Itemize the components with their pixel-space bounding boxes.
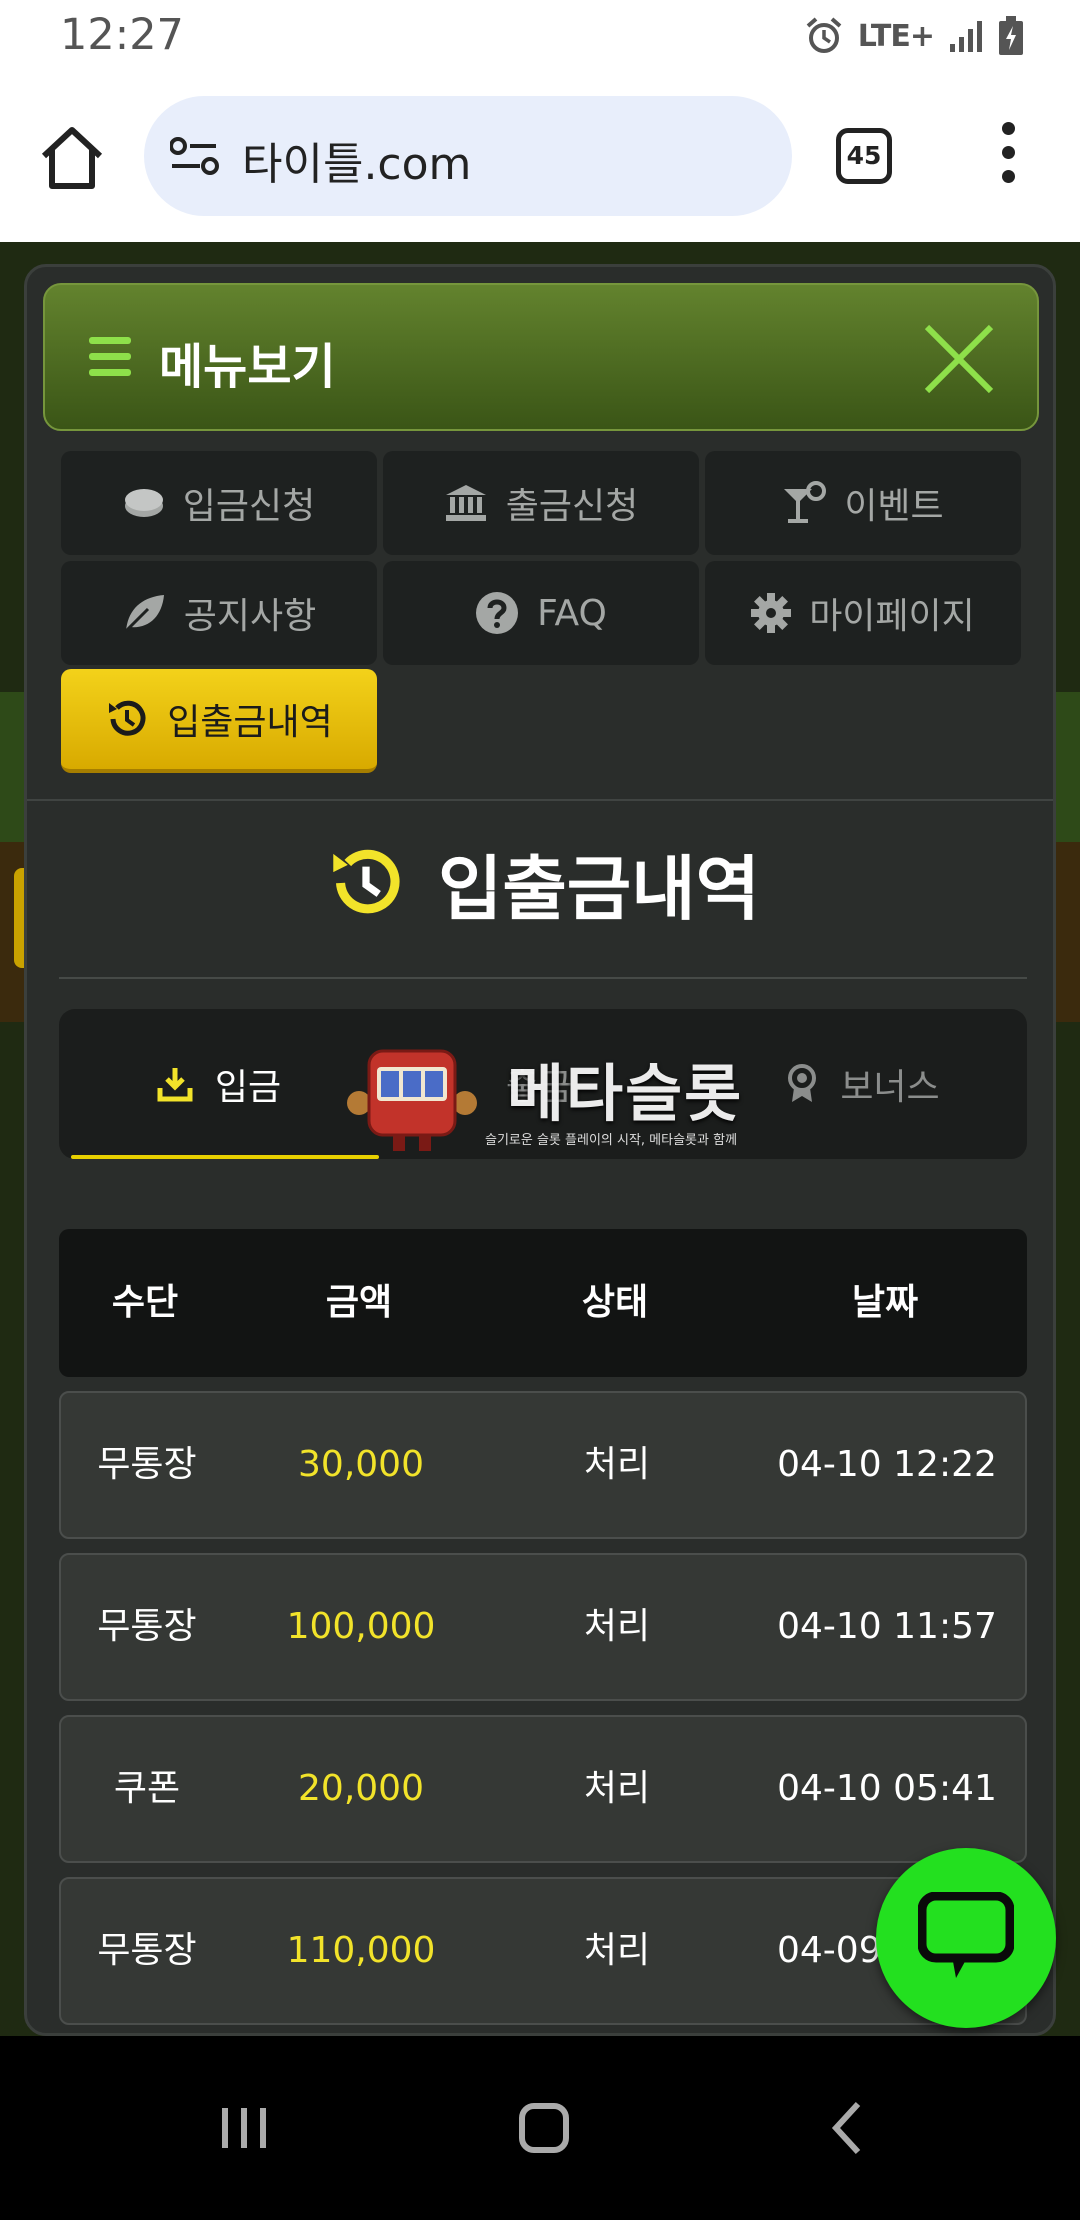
menu-item-faq[interactable]: FAQ <box>383 561 699 665</box>
history-icon <box>333 849 400 914</box>
question-icon <box>476 592 519 634</box>
cell-amount: 20,000 <box>298 1768 424 1809</box>
battery-icon <box>999 16 1023 55</box>
menu-item-label: 입출금내역 <box>167 702 333 743</box>
chat-button[interactable] <box>876 1848 1056 2028</box>
active-tab-indicator <box>71 1155 379 1159</box>
chat-icon <box>918 1892 1014 1978</box>
address-bar[interactable]: 타이틀.com <box>144 96 792 216</box>
tab-switcher-button[interactable]: 45 <box>836 128 892 184</box>
column-header: 상태 <box>581 1282 649 1323</box>
cell-method: 무통장 <box>97 1606 197 1647</box>
more-options-icon[interactable] <box>994 122 1022 192</box>
cell-method: 무통장 <box>97 1930 197 1971</box>
cell-amount: 110,000 <box>286 1930 436 1971</box>
cell-method: 쿠폰 <box>113 1768 181 1809</box>
column-header: 수단 <box>111 1282 179 1323</box>
page-title: 입출금내역 <box>438 847 760 930</box>
signal-icon <box>950 21 982 52</box>
tab-label: 보너스 <box>840 1067 940 1108</box>
table-header: 수단 금액 상태 날짜 <box>59 1229 1027 1377</box>
menu-item-label: 공지사항 <box>183 596 317 637</box>
table-row: 쿠폰 20,000 처리 04-10 05:41 <box>59 1715 1027 1863</box>
menu-item-label: 출금신청 <box>505 486 639 527</box>
page-heading: 입출금내역 <box>27 833 1053 933</box>
menu-item-label: FAQ <box>537 592 607 634</box>
cell-status: 처리 <box>583 1606 651 1647</box>
menu-item-transaction-history[interactable]: 입출금내역 <box>61 669 377 773</box>
column-header: 금액 <box>325 1282 393 1323</box>
tab-bonus[interactable]: 보너스 <box>699 1009 1027 1159</box>
tab-label: 입금 <box>214 1067 282 1108</box>
divider <box>27 799 1053 801</box>
download-icon <box>157 1068 193 1102</box>
site-settings-icon[interactable] <box>170 134 220 178</box>
network-type: LTE+ <box>857 18 935 54</box>
cell-date: 04-10 05:41 <box>777 1768 997 1809</box>
cell-amount: 30,000 <box>298 1444 424 1485</box>
menu-item-event[interactable]: 이벤트 <box>705 451 1021 555</box>
browser-toolbar: 타이틀.com 45 <box>0 72 1080 242</box>
cell-method: 무통장 <box>97 1444 197 1485</box>
close-icon[interactable] <box>921 321 997 397</box>
bank-icon <box>445 485 486 521</box>
menu-item-label: 입금신청 <box>182 486 316 527</box>
menu-item-withdraw-request[interactable]: 출금신청 <box>383 451 699 555</box>
url-text: 타이틀.com <box>242 139 472 190</box>
cell-amount: 100,000 <box>286 1606 436 1647</box>
cell-date: 04-10 11:57 <box>777 1606 997 1647</box>
menu-item-mypage[interactable]: 마이페이지 <box>705 561 1021 665</box>
menu-item-notice[interactable]: 공지사항 <box>61 561 377 665</box>
menu-item-label: 이벤트 <box>844 486 944 527</box>
menu-item-deposit-request[interactable]: 입금신청 <box>61 451 377 555</box>
hamburger-icon <box>89 337 131 385</box>
tab-withdraw[interactable]: 출금 <box>379 1009 699 1159</box>
alarm-icon <box>806 17 842 53</box>
column-header: 날짜 <box>851 1282 919 1323</box>
status-icons: LTE+ <box>804 12 1024 60</box>
table-row: 무통장 30,000 처리 04-10 12:22 <box>59 1391 1027 1539</box>
menu-panel: 메뉴보기 입금신청 출금신청 이벤트 공지사항 FAQ 마이페이지 입출금내역 … <box>24 264 1056 2036</box>
cell-status: 처리 <box>583 1768 651 1809</box>
recent-apps-icon[interactable] <box>204 2088 284 2168</box>
leaf-icon <box>124 595 164 633</box>
menu-title: 메뉴보기 <box>159 339 336 395</box>
history-tabs: 입금 출금 보너스 <box>59 1009 1027 1159</box>
gear-icon <box>751 593 792 633</box>
home-nav-icon[interactable] <box>504 2088 584 2168</box>
cell-status: 처리 <box>583 1444 651 1485</box>
cocktail-icon <box>784 481 827 523</box>
menu-item-label: 마이페이지 <box>809 596 975 637</box>
menu-header: 메뉴보기 <box>43 283 1039 431</box>
table-row: 무통장 100,000 처리 04-10 11:57 <box>59 1553 1027 1701</box>
cell-date: 04-10 12:22 <box>777 1444 997 1485</box>
status-bar: 12:27 LTE+ <box>0 0 1080 72</box>
home-icon[interactable] <box>38 124 106 192</box>
tab-deposit[interactable]: 입금 <box>59 1009 379 1159</box>
tab-label: 출금 <box>505 1067 573 1108</box>
system-nav-bar <box>0 2036 1080 2220</box>
back-icon[interactable] <box>808 2088 888 2168</box>
coin-icon <box>124 489 163 517</box>
history-icon <box>109 700 146 736</box>
cell-status: 처리 <box>583 1930 651 1971</box>
divider <box>59 977 1027 979</box>
status-time: 12:27 <box>60 10 184 60</box>
badge-icon <box>788 1064 817 1102</box>
